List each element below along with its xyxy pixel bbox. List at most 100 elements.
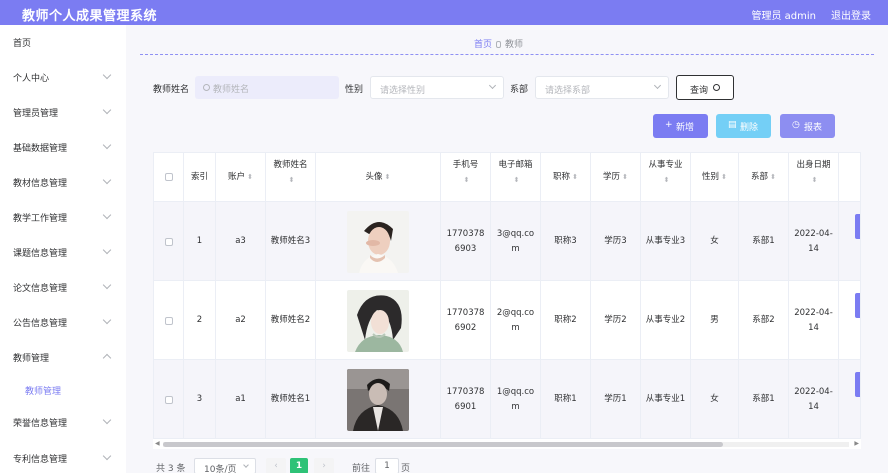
sidebar-item-notice[interactable]: 公告信息管理 xyxy=(0,312,126,332)
avatar[interactable] xyxy=(347,368,409,431)
next-page-button[interactable]: › xyxy=(314,458,334,473)
dept-select[interactable]: 请选择系部 xyxy=(535,76,669,99)
chevron-down-icon xyxy=(102,70,112,80)
cell-birth: 2022-04-14 xyxy=(789,281,839,360)
cell-title: 职称2 xyxy=(541,281,591,360)
sidebar-item-teacher[interactable]: 教师管理 xyxy=(0,347,126,367)
top-bar: 教师个人成果管理系统 管理员 admin 退出登录 xyxy=(0,0,888,25)
sidebar-item-honor[interactable]: 荣誉信息管理 xyxy=(0,412,126,432)
cell-index: 2 xyxy=(184,281,216,360)
chevron-down-icon xyxy=(102,140,112,150)
chevron-down-icon xyxy=(102,105,112,115)
column-header-email[interactable]: 电子邮箱 ⬍ xyxy=(491,153,541,202)
delete-button[interactable]: ▤ 删除 xyxy=(716,114,771,138)
select-all-cell xyxy=(154,153,184,202)
column-header-name[interactable]: 教师姓名 ⬍ xyxy=(266,153,316,202)
sort-icon: ⬍ xyxy=(247,173,253,181)
teacher-table: 索引 账户 ⬍ 教师姓名 ⬍ 头像 ⬍ 手机号 ⬍ 电子邮箱 ⬍ 职称 ⬍ 学历 ⬍ 从事专业… xyxy=(153,152,861,439)
scroll-left-icon[interactable]: ◀ xyxy=(155,440,160,447)
cell-name: 教师姓名3 xyxy=(266,202,316,281)
current-user: 管理员 admin xyxy=(751,11,816,22)
page-size-select[interactable]: 10条/页 xyxy=(194,458,256,473)
cell-major: 从事专业2 xyxy=(641,281,691,360)
teacher-name-label: 教师姓名 xyxy=(153,85,190,95)
breadcrumb-home[interactable]: 首页 xyxy=(474,40,492,50)
page-number-active[interactable]: 1 xyxy=(290,458,308,473)
total-count: 共 3 条 xyxy=(156,464,186,473)
gender-select[interactable]: 请选择性别 xyxy=(370,76,504,99)
sidebar-item-paper[interactable]: 论文信息管理 xyxy=(0,277,126,297)
select-all-checkbox[interactable] xyxy=(164,173,173,181)
sidebar-item-basic-data[interactable]: 基础数据管理 xyxy=(0,137,126,157)
column-header-operation xyxy=(839,153,860,202)
column-header-dept[interactable]: 系部 ⬍ xyxy=(739,153,789,202)
sort-icon: ⬍ xyxy=(663,176,670,184)
cell-gender: 女 xyxy=(691,360,739,438)
cell-account: a3 xyxy=(216,202,266,281)
cell-education: 学历1 xyxy=(591,360,641,438)
column-header-major[interactable]: 从事专业 ⬍ xyxy=(641,153,691,202)
teacher-name-placeholder: 教师姓名 xyxy=(213,85,250,95)
cell-phone: 17703786902 xyxy=(441,281,491,360)
sidebar-item-patent[interactable]: 专利信息管理 xyxy=(0,448,126,468)
sidebar-item-teaching-work[interactable]: 教学工作管理 xyxy=(0,207,126,227)
sidebar-item-textbook[interactable]: 教材信息管理 xyxy=(0,172,126,192)
cell-avatar xyxy=(316,281,441,360)
horizontal-scrollbar[interactable]: ◀ ▶ xyxy=(153,439,861,449)
scroll-right-icon[interactable]: ▶ xyxy=(854,440,859,447)
query-button[interactable]: 查询 xyxy=(676,75,734,100)
row-action-button[interactable] xyxy=(855,372,860,397)
sidebar-item-personal-center[interactable]: 个人中心 xyxy=(0,67,126,87)
column-header-birth[interactable]: 出身日期 ⬍ xyxy=(789,153,839,202)
chevron-down-icon xyxy=(102,245,112,255)
chevron-down-icon xyxy=(102,210,112,220)
row-checkbox-cell xyxy=(154,281,184,360)
avatar[interactable] xyxy=(347,289,409,352)
column-header-education[interactable]: 学历 ⬍ xyxy=(591,153,641,202)
cell-major: 从事专业1 xyxy=(641,360,691,438)
column-header-avatar[interactable]: 头像 ⬍ xyxy=(316,153,441,202)
column-header-index[interactable]: 索引 xyxy=(184,153,216,202)
cell-title: 职称1 xyxy=(541,360,591,438)
cell-name: 教师姓名1 xyxy=(266,360,316,438)
row-checkbox[interactable] xyxy=(164,395,173,404)
row-action-button[interactable] xyxy=(855,214,860,239)
sidebar-item-admin[interactable]: 管理员管理 xyxy=(0,102,126,122)
breadcrumb: 首页 教师 xyxy=(126,37,871,50)
cell-education: 学历3 xyxy=(591,202,641,281)
sidebar-item-project[interactable]: 课题信息管理 xyxy=(0,242,126,262)
chevron-down-icon xyxy=(102,451,112,461)
teacher-name-input[interactable]: 教师姓名 xyxy=(195,76,339,99)
avatar[interactable] xyxy=(347,210,409,273)
sidebar-item-home[interactable]: 首页 xyxy=(0,32,126,52)
prev-page-button[interactable]: ‹ xyxy=(266,458,286,473)
cell-birth: 2022-04-14 xyxy=(789,202,839,281)
logout-link[interactable]: 退出登录 xyxy=(831,7,871,22)
column-header-phone[interactable]: 手机号 ⬍ xyxy=(441,153,491,202)
table-row: 2 a2 教师姓名2 17703786902 2@qq.com 职称2 学历2 … xyxy=(154,281,860,360)
sort-icon: ⬍ xyxy=(463,176,470,184)
scroll-thumb[interactable] xyxy=(163,442,723,447)
row-checkbox[interactable] xyxy=(164,316,173,325)
divider xyxy=(140,54,874,55)
cell-avatar xyxy=(316,360,441,438)
cell-dept: 系部1 xyxy=(739,360,789,438)
chevron-down-icon xyxy=(102,415,112,425)
goto-page-input[interactable]: 1 xyxy=(375,458,399,473)
cell-phone: 17703786903 xyxy=(441,202,491,281)
plus-icon: + xyxy=(665,120,673,130)
column-header-title[interactable]: 职称 ⬍ xyxy=(541,153,591,202)
row-action-button[interactable] xyxy=(855,293,860,318)
column-header-account[interactable]: 账户 ⬍ xyxy=(216,153,266,202)
add-button[interactable]: + 新增 xyxy=(653,114,708,138)
hand-icon xyxy=(496,41,501,48)
column-header-gender[interactable]: 性别 ⬍ xyxy=(691,153,739,202)
row-checkbox[interactable] xyxy=(164,237,173,246)
sort-icon: ⬍ xyxy=(721,173,727,181)
sidebar-subitem-teacher[interactable]: 教师管理 xyxy=(0,380,126,400)
dept-label: 系部 xyxy=(510,85,529,95)
sort-icon: ⬍ xyxy=(513,176,520,184)
report-button[interactable]: ◷ 报表 xyxy=(780,114,835,138)
chevron-down-icon xyxy=(102,280,112,290)
main-content: 首页 教师 教师姓名 教师姓名 性别 请选择性别 系部 请选择系部 查询 + 新增… xyxy=(126,25,888,473)
